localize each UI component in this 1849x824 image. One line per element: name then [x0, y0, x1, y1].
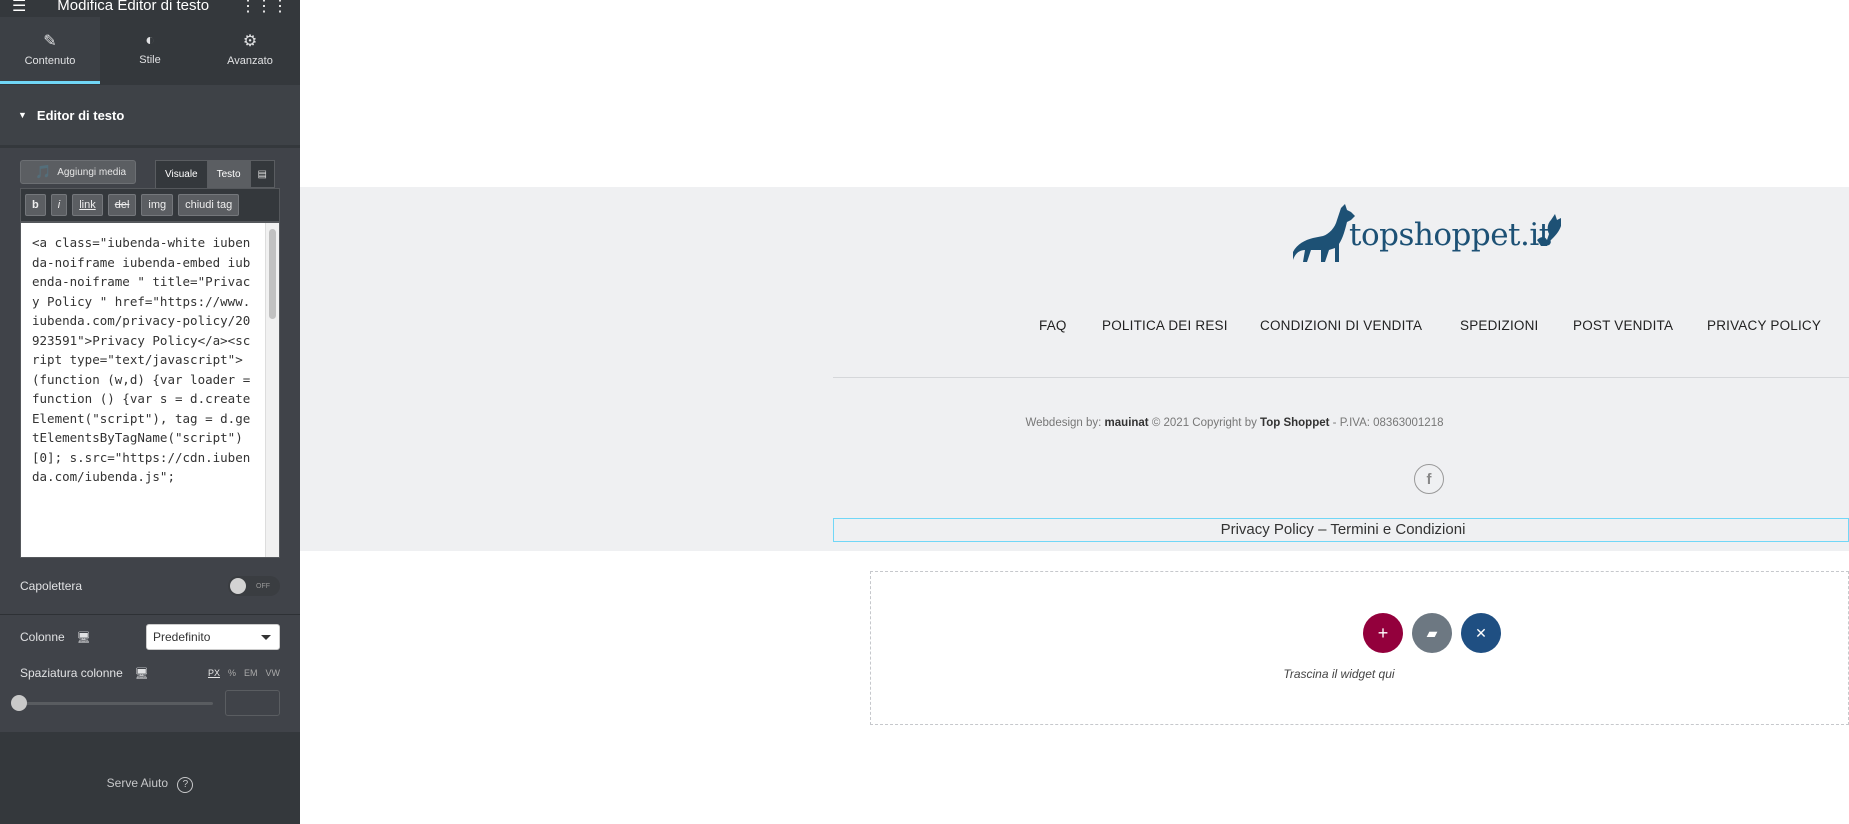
toggle-knob: [230, 578, 246, 594]
column-gap-slider-handle[interactable]: [11, 695, 27, 711]
quicktag-del-button[interactable]: del: [107, 194, 137, 216]
code-textarea[interactable]: <a class="iubenda-white iubenda-noiframe…: [20, 222, 280, 558]
question-icon: ?: [177, 777, 194, 793]
add-template-button[interactable]: ▰: [1412, 613, 1452, 653]
gear-icon: ⚙: [242, 33, 258, 50]
section-title: Editor di testo: [36, 107, 125, 123]
scrollbar-thumb[interactable]: [269, 229, 276, 319]
folder-icon: ▰: [1426, 624, 1438, 641]
tab-label: Avanzato: [227, 55, 273, 67]
tab-stile[interactable]: ◐ Stile: [100, 17, 200, 84]
panel-title: Modifica Editor di testo: [57, 0, 210, 14]
toolbar-toggle-icon[interactable]: ▤: [249, 160, 275, 188]
quicktag-img-button[interactable]: img: [141, 194, 174, 216]
tab-label: Stile: [139, 54, 161, 66]
section-body: 🎵 Aggiungi media Visuale Testo ▤ b i lin…: [0, 148, 300, 732]
desktop-icon[interactable]: 🖥: [135, 667, 149, 680]
columns-value: Predefinito: [153, 630, 211, 644]
panel-header: ☰ Modifica Editor di testo ⋮⋮⋮: [0, 0, 300, 17]
quicktag-link-button[interactable]: link: [72, 194, 103, 216]
credits-prefix: Webdesign by:: [1025, 417, 1105, 429]
tab-label: Contenuto: [24, 55, 76, 67]
tab-contenuto[interactable]: ✎ Contenuto: [0, 17, 100, 84]
caret-down-icon: ▼: [18, 110, 27, 120]
add-section-button[interactable]: +: [1363, 613, 1403, 653]
dropcap-toggle[interactable]: OFF: [228, 576, 280, 596]
columns-select[interactable]: Predefinito: [146, 624, 280, 650]
unit-switcher: PX % EM VW: [208, 668, 280, 678]
editor-toolbar-top: 🎵 Aggiungi media Visuale Testo ▤: [20, 160, 280, 188]
contrast-icon: ◐: [145, 32, 155, 49]
editor-panel: ☰ Modifica Editor di testo ⋮⋮⋮ ✎ Contenu…: [0, 0, 300, 824]
nav-link-spedizioni[interactable]: SPEDIZIONI: [1460, 318, 1539, 333]
column-gap-input[interactable]: [225, 690, 280, 716]
credits-mid: © 2021 Copyright by: [1148, 417, 1261, 429]
column-gap-label: Spaziatura colonne: [20, 666, 123, 680]
unit-px[interactable]: PX: [208, 668, 220, 678]
tab-avanzato[interactable]: ⚙ Avanzato: [200, 17, 300, 84]
desktop-icon[interactable]: 🖥: [77, 631, 91, 644]
toggle-state: OFF: [256, 582, 270, 590]
add-media-label: Aggiungi media: [57, 166, 127, 178]
dropcap-label: Capolettera: [20, 579, 83, 593]
plus-icon: +: [1377, 622, 1389, 643]
section-editor-di-testo[interactable]: ▼ Editor di testo: [0, 85, 300, 145]
chevron-down-icon: [261, 635, 271, 640]
footer-divider: [833, 377, 1849, 378]
site-footer: [300, 187, 1849, 551]
code-scrollbar[interactable]: [265, 223, 279, 557]
add-media-button[interactable]: 🎵 Aggiungi media: [20, 160, 136, 184]
unit-percent[interactable]: %: [228, 668, 236, 678]
privacy-policy-widget[interactable]: Privacy Policy – Termini e Condizioni: [833, 518, 1849, 542]
editor-mode-tabs: Visuale Testo ▤: [155, 160, 275, 188]
hamburger-menu-icon[interactable]: ☰: [12, 0, 26, 16]
help-label: Serve Aiuto: [106, 776, 169, 790]
nav-link-post-vendita[interactable]: POST VENDITA: [1573, 318, 1673, 333]
template-kit-icon: ✕: [1475, 624, 1487, 641]
quicktag-close-tag-button[interactable]: chiudi tag: [178, 194, 240, 216]
nav-link-condizioni-di-vendita[interactable]: CONDIZIONI DI VENDITA: [1260, 318, 1422, 333]
media-icon: 🎵: [35, 164, 52, 179]
unit-em[interactable]: EM: [244, 668, 258, 678]
code-content: <a class="iubenda-white iubenda-noiframe…: [32, 235, 258, 484]
column-gap-row: Spaziatura colonne 🖥 PX % EM VW: [20, 665, 280, 681]
divider: [0, 614, 300, 615]
credits-author[interactable]: mauinat: [1105, 417, 1149, 429]
column-gap-slider-track[interactable]: [20, 702, 213, 705]
template-kit-button[interactable]: ✕: [1461, 613, 1501, 653]
tab-testo[interactable]: Testo: [207, 160, 250, 188]
credits-company: Top Shoppet: [1260, 417, 1330, 429]
drop-zone-label: Trascina il widget qui: [1283, 667, 1395, 681]
columns-row: Colonne 🖥 Predefinito: [20, 624, 280, 650]
apps-grid-icon[interactable]: ⋮⋮⋮: [240, 0, 288, 16]
dropcap-row: Capolettera OFF: [20, 576, 280, 596]
help-link[interactable]: Serve Aiuto ?: [0, 776, 300, 793]
unit-vw[interactable]: VW: [266, 668, 281, 678]
facebook-icon[interactable]: f: [1414, 464, 1444, 494]
preview-canvas: topshoppet.it FAQ POLITICA DEI RESI COND…: [300, 0, 1849, 824]
nav-link-faq[interactable]: FAQ: [1039, 318, 1067, 333]
logo-text[interactable]: topshoppet.it: [1349, 217, 1551, 253]
pencil-icon: ✎: [43, 33, 57, 50]
widget-drop-zone[interactable]: [870, 571, 1849, 725]
panel-tabs: ✎ Contenuto ◐ Stile ⚙ Avanzato: [0, 17, 300, 84]
quicktag-bold-button[interactable]: b: [25, 194, 46, 216]
tab-visuale[interactable]: Visuale: [155, 160, 208, 188]
columns-label: Colonne: [20, 630, 65, 644]
nav-link-privacy-policy[interactable]: PRIVACY POLICY: [1707, 318, 1821, 333]
nav-link-politica-dei-resi[interactable]: POLITICA DEI RESI: [1102, 318, 1228, 333]
footer-credits: Webdesign by: mauinat © 2021 Copyright b…: [300, 417, 1849, 429]
credits-suffix: - P.IVA: 08363001218: [1329, 417, 1444, 429]
quicktags-toolbar: b i link del img chiudi tag: [20, 188, 280, 222]
quicktag-italic-button[interactable]: i: [50, 194, 68, 216]
